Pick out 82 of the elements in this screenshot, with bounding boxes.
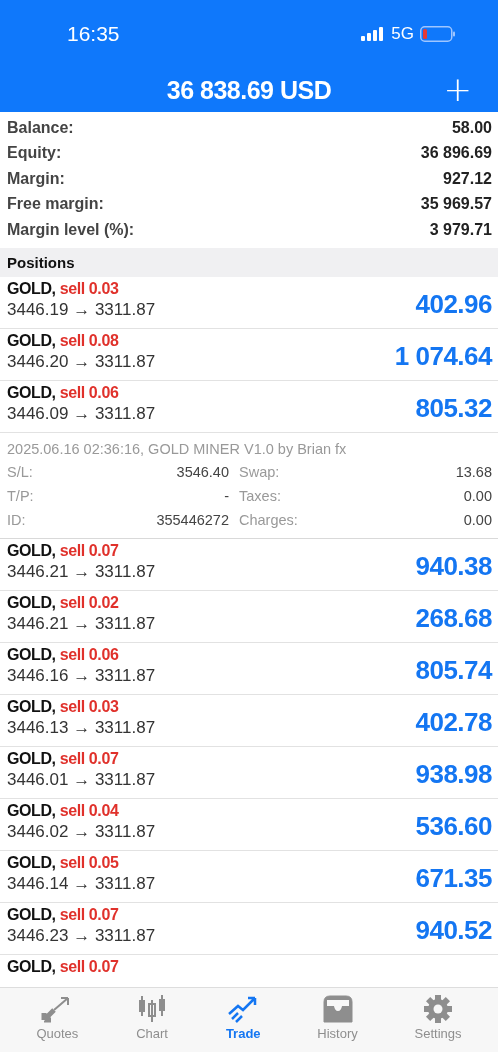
tab-item[interactable]: Settings <box>408 988 468 1046</box>
order-side: sell 0.05 <box>59 853 119 871</box>
profit-value: 402.96 <box>415 288 492 320</box>
price-range: 3446.19 → 3311.87 <box>7 299 156 320</box>
profit-value: 940.52 <box>415 914 492 946</box>
detail-value: 3546.40 <box>175 462 229 482</box>
summary-value: 3 979.71 <box>429 220 492 239</box>
symbol-label: GOLD, <box>7 383 56 401</box>
profit-value: 671.35 <box>415 862 492 894</box>
profit-value: 805.32 <box>415 392 492 424</box>
account-balance-title: 36 838.69 USD <box>166 75 332 105</box>
detail-value: 0.00 <box>462 486 492 506</box>
symbol-label: GOLD, <box>7 331 56 349</box>
profit-value: 940.38 <box>415 550 492 582</box>
symbol-label: GOLD, <box>7 957 56 975</box>
order-side: sell 0.03 <box>59 279 119 297</box>
section-header: Positions <box>0 247 498 277</box>
profit-value: 268.68 <box>415 602 492 634</box>
order-side: sell 0.08 <box>59 331 119 349</box>
summary-label: Free margin: <box>7 195 104 214</box>
price-range: 3446.13 → 3311.87 <box>7 717 156 738</box>
profit-value: 938.98 <box>415 758 492 790</box>
detail-value: 0.00 <box>462 510 492 530</box>
detail-label: Charges: <box>238 510 298 530</box>
detail-label: S/L: <box>7 462 34 482</box>
price-range: 3446.16 → 3311.87 <box>7 665 156 686</box>
symbol-label: GOLD, <box>7 541 56 559</box>
profit-value: 805.74 <box>415 654 492 686</box>
summary-value: 58.00 <box>451 118 492 137</box>
order-comment: 2025.06.16 02:36:16, GOLD MINER V1.0 by Brian fx <box>7 439 348 459</box>
order-side: sell 0.07 <box>59 905 119 923</box>
symbol-label: GOLD, <box>7 905 56 923</box>
summary-label: Margin level (%): <box>7 220 135 239</box>
order-side: sell 0.07 <box>59 957 119 975</box>
price-range: 3446.01 → 3311.87 <box>7 769 156 790</box>
detail-label: Taxes: <box>238 486 282 506</box>
price-range: 3446.14 → 3311.87 <box>7 873 156 894</box>
order-side: sell 0.06 <box>59 383 119 401</box>
symbol-label: GOLD, <box>7 279 56 297</box>
detail-label: Swap: <box>238 462 281 482</box>
detail-value: 355446272 <box>155 510 229 530</box>
tab-item[interactable]: Quotes <box>30 988 85 1046</box>
symbol-label: GOLD, <box>7 697 56 715</box>
summary-value: 35 969.57 <box>420 195 492 214</box>
inbox-icon <box>320 994 355 1024</box>
tab-item[interactable]: History <box>311 988 364 1046</box>
price-range: 3446.23 → 3311.87 <box>7 925 156 946</box>
price-range: 3446.21 → 3311.87 <box>7 561 156 582</box>
symbol-label: GOLD, <box>7 801 56 819</box>
detail-value: 13.68 <box>454 462 492 482</box>
summary-value: 36 896.69 <box>420 144 492 163</box>
profit-value: 402.78 <box>415 706 492 738</box>
tab-item[interactable]: Trade <box>219 988 267 1046</box>
battery-icon <box>420 26 456 42</box>
symbol-label: GOLD, <box>7 593 56 611</box>
price-range: 3446.20 → 3311.87 <box>7 351 156 372</box>
order-side: sell 0.06 <box>59 645 119 663</box>
order-side: sell 0.04 <box>59 801 119 819</box>
order-side: sell 0.07 <box>59 541 119 559</box>
order-side: sell 0.03 <box>59 697 119 715</box>
detail-value: - <box>223 486 229 506</box>
detail-label: ID: <box>7 510 27 530</box>
order-side: sell 0.07 <box>59 749 119 767</box>
symbol-label: GOLD, <box>7 645 56 663</box>
summary-label: Equity: <box>7 144 62 163</box>
profit-value: 536.60 <box>415 810 492 842</box>
summary-label: Balance: <box>7 118 74 137</box>
tab-item[interactable]: Chart <box>129 988 176 1046</box>
profit-value: 1 074.64 <box>394 340 492 372</box>
detail-label: T/P: <box>7 486 35 506</box>
symbol-label: GOLD, <box>7 749 56 767</box>
summary-label: Margin: <box>7 169 65 188</box>
price-range: 3446.21 → 3311.87 <box>7 613 156 634</box>
status-time: 16:35 <box>67 22 120 46</box>
network-label: 5G <box>391 24 414 44</box>
order-side: sell 0.02 <box>59 593 119 611</box>
signal-icon <box>361 27 386 41</box>
price-range: 3446.02 → 3311.87 <box>7 821 156 842</box>
price-range: 3446.09 → 3311.87 <box>7 403 156 424</box>
symbol-label: GOLD, <box>7 853 56 871</box>
summary-value: 927.12 <box>443 169 492 188</box>
add-button[interactable]: + <box>439 70 476 108</box>
